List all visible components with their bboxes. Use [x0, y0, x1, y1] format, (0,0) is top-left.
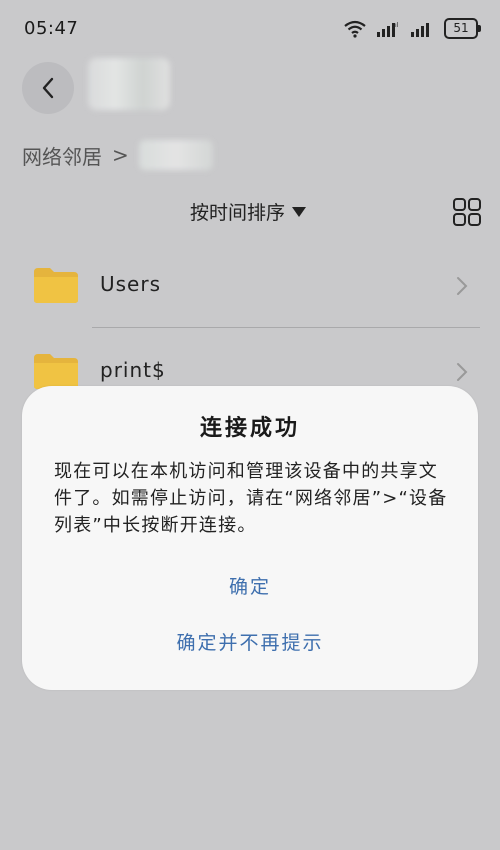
sort-label: 按时间排序: [190, 202, 286, 224]
blurred-device-name: [88, 58, 170, 110]
file-name: print$: [100, 358, 166, 382]
back-button[interactable]: [22, 62, 74, 114]
dialog-title: 连接成功: [199, 416, 300, 441]
sort-toggle[interactable]: 按时间排序: [190, 198, 307, 225]
svg-text:ıl: ıl: [395, 22, 399, 29]
triangle-down-icon: [292, 206, 307, 217]
chevron-right-icon: [457, 363, 468, 381]
breadcrumb-root[interactable]: 网络邻居: [22, 141, 102, 170]
breadcrumb-separator: >: [112, 143, 129, 167]
grid-view-button[interactable]: [452, 197, 482, 227]
folder-icon: [34, 354, 78, 389]
list-divider: [92, 327, 480, 328]
signal-icon: [411, 22, 429, 37]
blurred-breadcrumb-current: [138, 140, 213, 170]
confirm-no-remind-button[interactable]: 确定并不再提示: [22, 628, 478, 655]
confirm-button[interactable]: 确定: [22, 572, 478, 599]
dialog-message: 现在可以在本机访问和管理该设备中的共享文件了。如需停止访问，请在“网络邻居”>“…: [54, 461, 448, 536]
status-bar: 05:47 ıl 51: [0, 0, 500, 58]
file-name: Users: [100, 272, 162, 296]
folder-icon: [34, 268, 78, 303]
signal-icon: ıl: [377, 22, 399, 37]
status-time: 05:47: [24, 18, 79, 39]
chevron-right-icon: [457, 277, 468, 295]
breadcrumb: 网络邻居 >: [22, 140, 213, 170]
grid-view-icon: [453, 198, 481, 226]
file-item-users[interactable]: Users: [0, 244, 500, 324]
chevron-left-icon: [42, 77, 54, 99]
wifi-icon: [344, 20, 366, 38]
battery-icon: 51: [444, 18, 481, 39]
status-icons: ıl 51: [344, 18, 481, 39]
connection-success-dialog: 连接成功 现在可以在本机访问和管理该设备中的共享文件了。如需停止访问，请在“网络…: [22, 386, 478, 690]
